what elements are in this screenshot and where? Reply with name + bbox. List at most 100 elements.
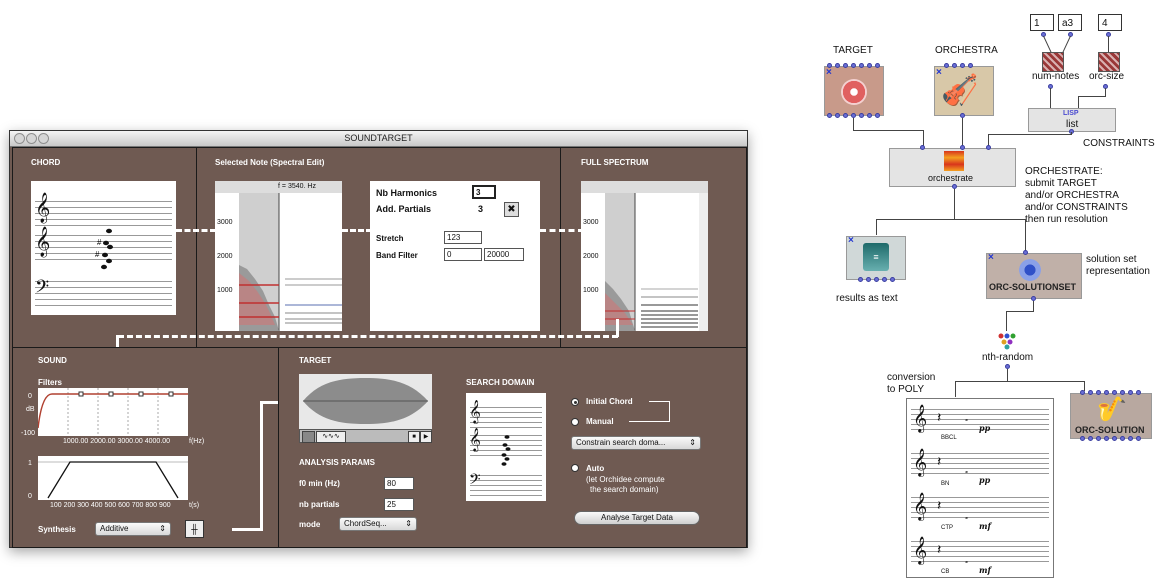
band-filter-label: Band Filter — [376, 251, 418, 260]
note-spectrum-view[interactable]: f = 3540. Hz 3000 2000 1000 — [215, 181, 342, 331]
connector-line — [118, 335, 618, 338]
score-staff-ctp: 𝄞 𝄽 𝅗 mf CTP — [907, 491, 1053, 531]
target-label: TARGET — [833, 45, 873, 56]
pitch-box[interactable]: a3 — [1058, 14, 1082, 31]
full-spectrum-view[interactable]: 3000 2000 1000 — [581, 181, 708, 331]
orc-solution-label: ORC-SOLUTION — [1075, 425, 1145, 435]
envelope-curve[interactable] — [38, 456, 188, 500]
sound-file-icon — [841, 79, 867, 105]
waveform-icon[interactable]: ∿∿∿ — [316, 431, 346, 443]
close-icon[interactable]: × — [826, 67, 832, 78]
note-line: and/or CONSTRAINTS — [1025, 202, 1128, 213]
search-domain-title: SEARCH DOMAIN — [466, 378, 535, 387]
add-partials-label: Add. Partials — [376, 204, 432, 214]
orchestrate-icon — [944, 151, 964, 171]
time-ticks: 100 200 300 400 500 600 700 800 900 — [50, 502, 171, 509]
stretch-field[interactable]: 123 — [444, 231, 482, 244]
manual-label: Manual — [586, 417, 614, 426]
chord-notes-icon: ## — [95, 228, 113, 270]
nb-partials-field[interactable]: 25 — [384, 498, 414, 511]
axis-tick: 2000 — [217, 253, 233, 260]
score-staff-cb: 𝄞 𝄽 𝅗 mf CB — [907, 535, 1053, 575]
synthesis-label: Synthesis — [38, 525, 76, 534]
orc-solutionset-object[interactable]: ORC-SOLUTIONSET × — [986, 252, 1082, 299]
remove-partial-icon[interactable]: ✖ — [504, 202, 519, 217]
note-icon: 𝅗 — [965, 511, 969, 522]
initial-chord-radio[interactable] — [571, 398, 579, 406]
band-filter-low-field[interactable]: 0 — [444, 248, 482, 261]
close-icon[interactable]: × — [848, 235, 854, 246]
zoom-button[interactable] — [38, 133, 49, 144]
synthesize-button[interactable]: ╫ — [185, 520, 204, 538]
rest-icon: 𝄽 — [937, 453, 942, 469]
auto-radio[interactable] — [571, 464, 579, 472]
mode-value: ChordSeq... — [344, 519, 387, 528]
connector-line — [232, 528, 262, 531]
add-partials-value: 3 — [478, 204, 484, 214]
target-object[interactable]: × — [824, 66, 884, 116]
chevron-down-icon: ⇕ — [689, 438, 696, 447]
bass-clef-icon: 𝄢 — [469, 471, 481, 492]
mode-select[interactable]: ChordSeq... ⇕ — [339, 517, 417, 531]
band-filter-high-field[interactable]: 20000 — [484, 248, 524, 261]
note-icon: 𝅗 — [965, 413, 969, 424]
orchestra-object[interactable]: 🎻 × — [934, 66, 994, 116]
close-icon[interactable]: × — [988, 252, 994, 263]
waveform-view[interactable] — [299, 374, 432, 429]
instrument-label: BBCL — [941, 435, 957, 441]
envelope-plot — [38, 461, 188, 499]
folder-icon[interactable] — [302, 431, 315, 443]
note-line: then run resolution — [1025, 214, 1108, 225]
results-as-text-label: results as text — [836, 293, 898, 304]
orchestrate-label: orchestrate — [928, 173, 974, 183]
f0-min-field[interactable]: 80 — [384, 477, 414, 490]
results-as-text-object[interactable]: ≡ × — [846, 235, 906, 280]
orc-solution-object[interactable]: 🎷 ORC-SOLUTION — [1070, 393, 1152, 439]
search-domain-staff[interactable]: 𝄞 𝄞 𝄢 — [466, 393, 546, 501]
selected-note-title: Selected Note (Spectral Edit) — [215, 158, 325, 167]
nb-harmonics-field[interactable]: 3 — [472, 185, 496, 199]
orc-size-label: orc-size — [1089, 71, 1125, 82]
treble-clef-icon: 𝄞 — [469, 399, 481, 423]
number-box[interactable]: 1 — [1030, 14, 1054, 31]
f0-min-label: f0 min (Hz) — [299, 479, 340, 488]
note-line: and/or ORCHESTRA — [1025, 190, 1119, 201]
instruments-icon: 🎻 — [941, 74, 979, 107]
play-icon[interactable]: ▶ — [420, 431, 432, 443]
db-label: dB — [26, 406, 35, 413]
frequency-unit: f(Hz) — [189, 438, 205, 445]
chord-title: CHORD — [31, 158, 61, 167]
close-icon[interactable]: × — [936, 67, 942, 78]
minimize-button[interactable] — [26, 133, 37, 144]
orc-size-icon[interactable] — [1098, 52, 1120, 72]
synthesis-select[interactable]: Additive ⇕ — [95, 522, 171, 536]
orchestrate-object[interactable]: orchestrate — [889, 148, 1016, 187]
rest-icon: 𝄽 — [937, 409, 942, 425]
bracket-line — [629, 421, 670, 422]
chord-staff[interactable]: 𝄞 𝄞 𝄢 # # — [31, 181, 176, 315]
stop-icon[interactable]: ■ — [408, 431, 420, 443]
manual-radio[interactable] — [571, 418, 579, 426]
nth-random-label: nth-random — [982, 352, 1034, 363]
text-file-icon: ≡ — [863, 243, 889, 271]
treble-clef-icon: 𝄞 — [913, 448, 928, 476]
selected-note-pane: Selected Note (Spectral Edit) f = 3540. … — [196, 147, 561, 348]
nb-partials-label: nb partials — [299, 500, 340, 509]
treble-clef-icon: 𝄞 — [35, 193, 51, 223]
analyse-target-button[interactable]: Analyse Target Data — [574, 511, 700, 525]
waveform-plot — [299, 374, 432, 429]
poly-score[interactable]: 𝄞 𝄽 𝅗 pp BBCL 𝄞 𝄽 𝅗 pp BN 𝄞 𝄽 𝅗 mf CTP 𝄞… — [906, 398, 1054, 578]
constraints-label: CONSTRAINTS — [1083, 138, 1155, 149]
instrument-label: CTP — [941, 525, 953, 531]
num-notes-icon[interactable] — [1042, 52, 1064, 72]
title-bar[interactable]: SOUNDTARGET — [10, 131, 747, 147]
close-button[interactable] — [14, 133, 25, 144]
number-box[interactable]: 4 — [1098, 14, 1122, 31]
nth-random-icon[interactable] — [996, 332, 1018, 350]
full-spectrum-pane: FULL SPECTRUM 3000 2000 1000 — [560, 147, 747, 348]
dynamic-mark: pp — [979, 423, 991, 433]
filter-curve[interactable] — [37, 388, 188, 436]
rest-icon: 𝄽 — [937, 497, 942, 513]
note-line: solution set — [1086, 254, 1137, 265]
constrain-select[interactable]: Constrain search doma... ⇕ — [571, 436, 701, 450]
